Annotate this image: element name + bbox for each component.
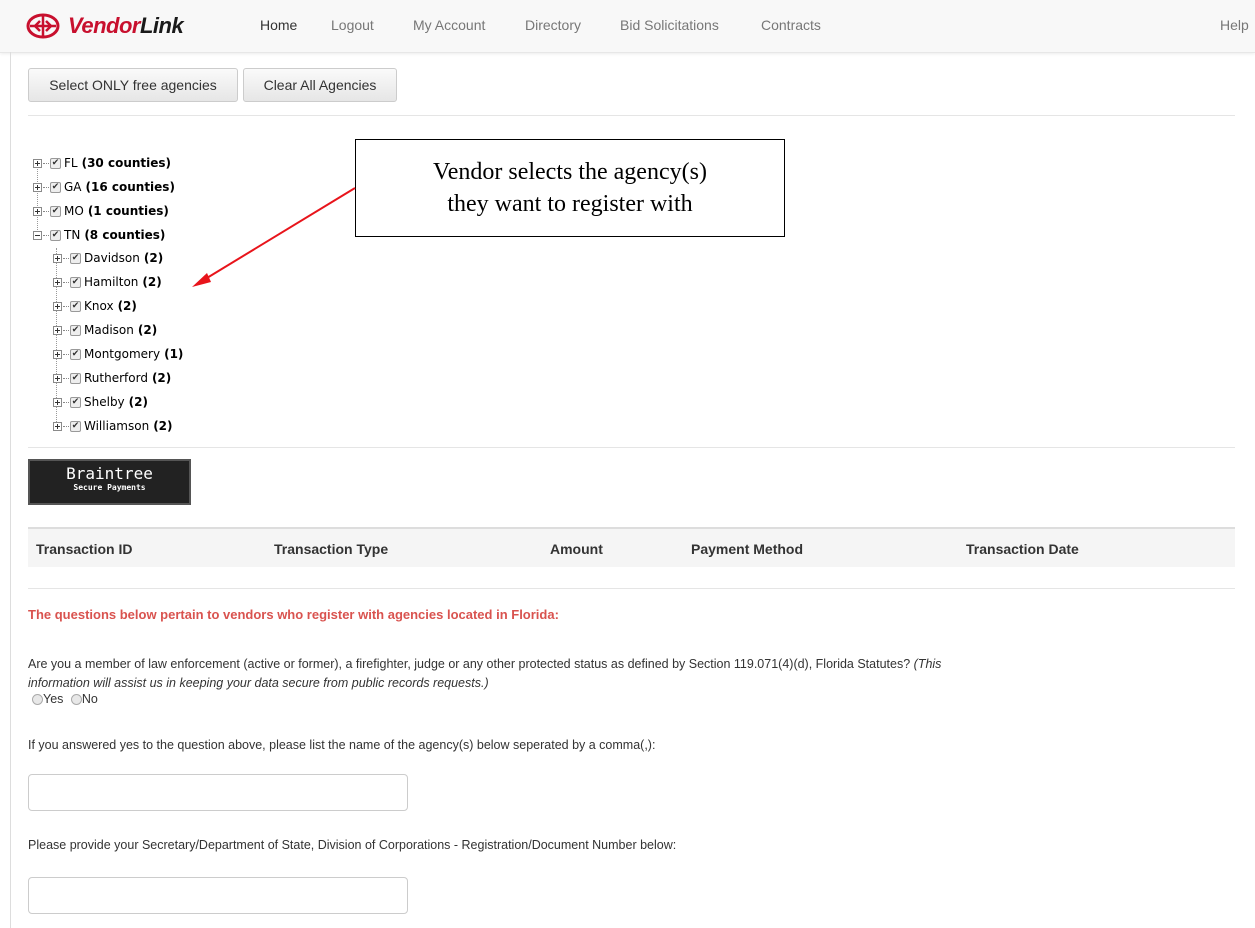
nav-home[interactable]: Home [260, 17, 297, 33]
checkbox-checked-icon[interactable]: ✔ [70, 324, 81, 336]
tree-county-montgomery[interactable]: ✔ Montgomery (1) [53, 344, 183, 364]
checkbox-checked-icon[interactable]: ✔ [50, 229, 61, 241]
agency-list-input[interactable] [28, 774, 408, 811]
nav-logout[interactable]: Logout [331, 17, 374, 33]
tree-county-knox[interactable]: ✔ Knox (2) [53, 296, 137, 316]
checkbox-checked-icon[interactable]: ✔ [50, 157, 61, 169]
radio-yes[interactable] [32, 694, 43, 706]
checkbox-checked-icon[interactable]: ✔ [70, 300, 81, 312]
expand-icon[interactable] [33, 182, 42, 192]
nav-bid-solicitations[interactable]: Bid Solicitations [620, 17, 719, 33]
expand-icon[interactable] [53, 301, 62, 311]
brand-logo[interactable]: VendorLink [26, 12, 184, 40]
checkbox-checked-icon[interactable]: ✔ [70, 372, 81, 384]
checkbox-checked-icon[interactable]: ✔ [70, 396, 81, 408]
checkbox-checked-icon[interactable]: ✔ [50, 205, 61, 217]
column-header: Transaction Type [274, 541, 389, 557]
clear-all-agencies-button[interactable]: Clear All Agencies [243, 68, 397, 102]
nav-my-account[interactable]: My Account [413, 17, 485, 33]
divider [28, 588, 1235, 589]
column-header: Payment Method [691, 541, 804, 557]
select-free-agencies-button[interactable]: Select ONLY free agencies [28, 68, 238, 102]
tree-state-fl[interactable]: ✔ FL (30 counties) [33, 153, 171, 173]
expand-icon[interactable] [53, 397, 62, 407]
expand-icon[interactable] [33, 206, 42, 216]
column-header: Transaction ID [36, 541, 133, 557]
checkbox-checked-icon[interactable]: ✔ [70, 252, 81, 264]
divider [28, 447, 1235, 448]
tree-state-tn[interactable]: ✔ TN (8 counties) [33, 225, 165, 245]
top-navbar: VendorLink Home Logout My Account Direct… [0, 0, 1255, 53]
expand-icon[interactable] [53, 421, 62, 431]
divider [28, 115, 1235, 116]
tree-county-shelby[interactable]: ✔ Shelby (2) [53, 392, 148, 412]
annotation-arrow-icon [192, 187, 356, 287]
tree-county-rutherford[interactable]: ✔ Rutherford (2) [53, 368, 171, 388]
nav-directory[interactable]: Directory [525, 17, 581, 33]
brand-name: VendorLink [68, 13, 184, 38]
checkbox-checked-icon[interactable]: ✔ [50, 181, 61, 193]
tree-county-hamilton[interactable]: ✔ Hamilton (2) [53, 272, 162, 292]
tree-county-williamson[interactable]: ✔ Williamson (2) [53, 416, 173, 436]
question-agency-list: If you answered yes to the question abov… [28, 738, 656, 752]
column-header: Amount [550, 541, 603, 557]
expand-icon[interactable] [53, 253, 62, 263]
question-registration-number: Please provide your Secretary/Department… [28, 838, 677, 852]
checkbox-checked-icon[interactable]: ✔ [70, 348, 81, 360]
expand-icon[interactable] [53, 373, 62, 383]
tree-state-ga[interactable]: ✔ GA (16 counties) [33, 177, 175, 197]
nav-help[interactable]: Help [1220, 17, 1249, 33]
florida-questions-heading: The questions below pertain to vendors w… [28, 607, 559, 622]
transaction-table-header: Transaction ID Transaction Type Amount P… [28, 527, 1235, 567]
protected-status-radio-group: Yes No [32, 690, 98, 709]
expand-icon[interactable] [53, 349, 62, 359]
braintree-secure-payments-badge: Braintree Secure Payments [28, 459, 191, 505]
annotation-callout: Vendor selects the agency(s) they want t… [355, 139, 785, 237]
expand-icon[interactable] [53, 277, 62, 287]
checkbox-checked-icon[interactable]: ✔ [70, 276, 81, 288]
vendorlink-globe-logo-icon [26, 13, 60, 39]
nav-contracts[interactable]: Contracts [761, 17, 821, 33]
collapse-icon[interactable] [33, 230, 42, 240]
expand-icon[interactable] [53, 325, 62, 335]
content-left-border [10, 52, 11, 928]
tree-county-madison[interactable]: ✔ Madison (2) [53, 320, 157, 340]
column-header: Transaction Date [966, 541, 1079, 557]
radio-no[interactable] [70, 694, 82, 706]
expand-icon[interactable] [33, 158, 42, 168]
tree-county-davidson[interactable]: ✔ Davidson (2) [53, 248, 163, 268]
registration-number-input[interactable] [28, 877, 408, 914]
question-protected-status: Are you a member of law enforcement (act… [28, 657, 942, 690]
tree-state-mo[interactable]: ✔ MO (1 counties) [33, 201, 169, 221]
checkbox-checked-icon[interactable]: ✔ [70, 420, 81, 432]
